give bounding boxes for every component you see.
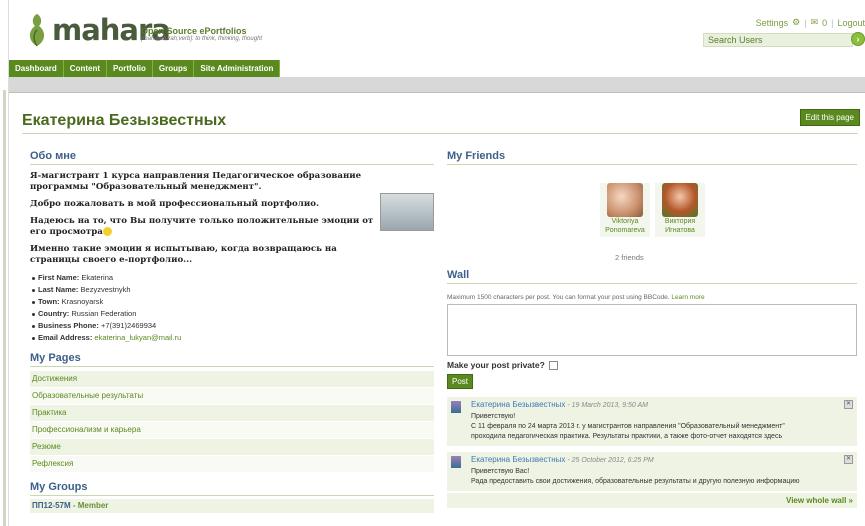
private-label: Make your post private? xyxy=(447,360,545,370)
nav-dashboard[interactable]: Dashboard xyxy=(9,60,64,77)
friends-block: Viktoriya Ponomareva Виктория Игнатова 2… xyxy=(447,165,857,265)
delete-post-icon[interactable]: ✕ xyxy=(844,455,853,464)
page-link[interactable]: Образовательные результаты xyxy=(30,388,434,405)
nav-portfolio[interactable]: Portfolio xyxy=(107,60,153,77)
friend-avatar xyxy=(662,183,698,217)
tagline: Open Source ePortfolios [mah-hah-rah;ver… xyxy=(141,26,262,42)
author-avatar xyxy=(451,456,461,468)
divider xyxy=(22,133,858,134)
about-paragraph: Именно такие эмоции я испытываю, когда в… xyxy=(30,244,337,265)
post-date: - 25 October 2012, 6:25 PM xyxy=(565,457,654,464)
post-button[interactable]: Post xyxy=(447,374,474,389)
fact-item: Email Address: ekaterina_lukyan@mail.ru xyxy=(30,332,434,344)
about-paragraph: Я-магистрант 1 курса направления Педагог… xyxy=(30,171,362,192)
page-title: Екатерина Безызвестных xyxy=(22,112,227,129)
about-text: Надеюсь на то, что Вы получите только по… xyxy=(30,216,374,237)
settings-link[interactable]: Settings xyxy=(756,18,789,28)
divider xyxy=(9,92,865,93)
email-link[interactable]: ekaterina_lukyan@mail.ru xyxy=(94,333,181,342)
profile-facts: First Name: Ekaterina Last Name: Bezyzve… xyxy=(30,272,434,344)
fact-item: Town: Krasnoyarsk xyxy=(30,296,434,308)
profile-photo xyxy=(380,193,434,231)
about-paragraph: Надеюсь на то, что Вы получите только по… xyxy=(30,216,382,238)
page-link[interactable]: Практика xyxy=(30,405,434,422)
post-body: Приветствую Вас! Рада предоставить свои … xyxy=(471,468,800,485)
friend-name: Ponomareva xyxy=(605,227,645,234)
fact-item: Country: Russian Federation xyxy=(30,308,434,320)
left-stripe xyxy=(3,90,6,526)
friends-heading: My Friends xyxy=(447,150,857,165)
fact-item: Last Name: Bezyzvestnykh xyxy=(30,284,434,296)
friend-card[interactable]: Виктория Игнатова xyxy=(655,183,705,237)
smiley-icon xyxy=(102,227,112,236)
my-pages-heading: My Pages xyxy=(30,352,434,367)
inbox-icon[interactable]: ✉ xyxy=(811,17,819,28)
wall-post-textarea[interactable] xyxy=(447,304,857,356)
friend-name: Игнатова xyxy=(665,227,695,234)
left-column: Обо мне Я-магистрант 1 курса направления… xyxy=(30,150,434,513)
page-link[interactable]: Резюме xyxy=(30,439,434,456)
wall-heading: Wall xyxy=(447,269,857,284)
wall-post: Екатерина Безызвестных - 19 March 2013, … xyxy=(447,397,857,446)
nav-groups[interactable]: Groups xyxy=(153,60,195,77)
post-body: Приветствую! С 11 февраля по 24 марта 20… xyxy=(471,413,785,440)
nav-site-administration[interactable]: Site Administration xyxy=(194,60,281,77)
logout-link[interactable]: Logout xyxy=(837,18,865,28)
page-link[interactable]: Рефлексия xyxy=(30,456,434,473)
group-role: - Member xyxy=(70,501,109,510)
my-pages-list: Достижения Образовательные результаты Пр… xyxy=(30,371,434,473)
delete-post-icon[interactable]: ✕ xyxy=(844,400,853,409)
private-option: Make your post private? xyxy=(447,360,857,370)
search-icon[interactable]: › xyxy=(851,32,865,46)
friends-count: 2 friends xyxy=(615,253,644,262)
about-block: Я-магистрант 1 курса направления Педагог… xyxy=(30,171,434,266)
friend-name: Viktoriya xyxy=(611,218,639,225)
learn-more-link[interactable]: Learn more xyxy=(671,294,704,301)
fact-item: Business Phone: +7(391)2469934 xyxy=(30,320,434,332)
search-users-input[interactable]: Search Users xyxy=(703,33,853,47)
author-avatar xyxy=(451,401,461,413)
friend-card[interactable]: Viktoriya Ponomareva xyxy=(600,183,650,237)
subnav-band xyxy=(9,77,865,92)
tagline-title: Open Source ePortfolios xyxy=(141,26,247,36)
post-author-link[interactable]: Екатерина Безызвестных xyxy=(471,400,565,409)
header: mahara Open Source ePortfolios [mah-hah-… xyxy=(9,0,865,60)
separator: | xyxy=(831,17,834,28)
wall-post: Екатерина Безызвестных - 25 October 2012… xyxy=(447,452,857,491)
about-heading: Обо мне xyxy=(30,150,434,165)
tagline-sub: [mah-hah-rah;verb]: to think, thinking, … xyxy=(141,36,263,42)
private-checkbox[interactable] xyxy=(548,360,558,370)
top-links: Settings ⚙ | ✉ 0 | Logout xyxy=(756,17,865,28)
view-whole-wall-link[interactable]: View whole wall » xyxy=(447,493,857,508)
sprout-icon xyxy=(29,14,45,47)
left-margin xyxy=(0,0,9,526)
about-paragraph: Добро пожаловать в мой профессиональный … xyxy=(30,199,319,209)
fact-item: First Name: Ekaterina xyxy=(30,272,434,284)
friend-name: Виктория xyxy=(664,218,696,225)
group-item: ПП12-57М - Member xyxy=(30,499,434,513)
wall-note: Maximum 1500 characters per post. You ca… xyxy=(447,294,705,301)
separator: | xyxy=(804,17,807,28)
post-author-link[interactable]: Екатерина Безызвестных xyxy=(471,455,565,464)
post-date: - 19 March 2013, 9:50 AM xyxy=(565,402,648,409)
page-link[interactable]: Профессионализм и карьера xyxy=(30,422,434,439)
gear-icon[interactable]: ⚙ xyxy=(792,17,800,28)
right-column: My Friends Viktoriya Ponomareva Виктория… xyxy=(447,150,857,508)
nav-content[interactable]: Content xyxy=(64,60,108,77)
inbox-count[interactable]: 0 xyxy=(822,18,827,28)
edit-page-button[interactable]: Edit this page xyxy=(799,109,860,126)
group-link[interactable]: ПП12-57М xyxy=(32,501,71,510)
my-groups-heading: My Groups xyxy=(30,481,434,496)
page-link[interactable]: Достижения xyxy=(30,371,434,388)
main-nav: Dashboard Content Portfolio Groups Site … xyxy=(9,60,281,77)
friend-avatar xyxy=(607,183,643,217)
